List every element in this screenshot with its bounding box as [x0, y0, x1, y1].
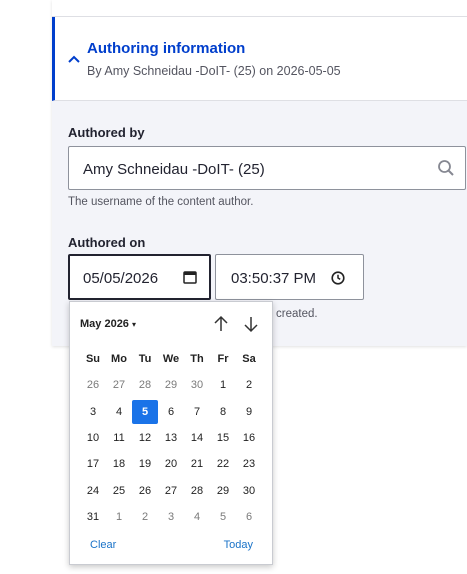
day-cell[interactable]: 29: [158, 373, 184, 397]
day-cell[interactable]: 31: [80, 505, 106, 529]
week-row: 10 11 12 13 14 15 16: [80, 425, 262, 451]
clear-button[interactable]: Clear: [90, 539, 116, 551]
day-cell[interactable]: 25: [106, 479, 132, 503]
time-field[interactable]: 03:50:37 PM: [215, 254, 364, 300]
day-cell[interactable]: 3: [80, 400, 106, 424]
day-cell[interactable]: 10: [80, 426, 106, 450]
previous-section-edge: [52, 0, 467, 17]
week-row: 17 18 19 20 21 22 23: [80, 451, 262, 477]
clock-icon[interactable]: [331, 271, 345, 285]
day-cell[interactable]: 24: [80, 479, 106, 503]
authored-by-value: Amy Schneidau -DoIT- (25): [83, 161, 265, 178]
day-cell[interactable]: 27: [158, 479, 184, 503]
week-row: 3 4 5 6 7 8 9: [80, 399, 262, 425]
day-cell[interactable]: 17: [80, 452, 106, 476]
authored-by-label: Authored by: [68, 125, 145, 140]
day-cell[interactable]: 5: [210, 505, 236, 529]
authored-by-description: The username of the content author.: [68, 196, 254, 208]
authored-by-input[interactable]: Amy Schneidau -DoIT- (25): [68, 146, 466, 190]
day-cell[interactable]: 30: [236, 479, 262, 503]
day-cell[interactable]: 23: [236, 452, 262, 476]
day-cell[interactable]: 15: [210, 426, 236, 450]
day-cell[interactable]: 21: [184, 452, 210, 476]
chevron-up-icon[interactable]: [67, 52, 81, 66]
week-row: 24 25 26 27 28 29 30: [80, 477, 262, 503]
day-cell[interactable]: 2: [132, 505, 158, 529]
day-cell-selected[interactable]: 5: [132, 399, 158, 424]
month-label[interactable]: May 2026: [80, 318, 129, 330]
day-cell[interactable]: 19: [132, 452, 158, 476]
authored-on-label: Authored on: [68, 235, 146, 250]
arrow-up-icon[interactable]: [212, 315, 230, 333]
day-cell[interactable]: 4: [184, 505, 210, 529]
weekday: We: [162, 353, 180, 366]
weekday: Mo: [111, 353, 127, 366]
day-cell[interactable]: 16: [236, 426, 262, 450]
day-cell[interactable]: 2: [236, 373, 262, 397]
date-value: 05/05/2026: [83, 270, 159, 287]
summary-subtitle: By Amy Schneidau -DoIT- (25) on 2026-05-…: [87, 64, 341, 78]
authoring-summary[interactable]: Authoring information By Amy Schneidau -…: [52, 17, 467, 101]
day-cell[interactable]: 8: [210, 400, 236, 424]
today-button[interactable]: Today: [224, 539, 253, 551]
day-cell[interactable]: 26: [132, 479, 158, 503]
week-row: 31 1 2 3 4 5 6: [80, 504, 262, 530]
day-cell[interactable]: 28: [184, 479, 210, 503]
date-field[interactable]: 05/05/2026: [68, 254, 211, 300]
search-icon: [438, 160, 454, 176]
arrow-down-icon[interactable]: [242, 315, 260, 333]
weekday: Sa: [242, 353, 256, 366]
day-cell[interactable]: 22: [210, 452, 236, 476]
calendar-icon[interactable]: [183, 270, 197, 284]
day-cell[interactable]: 6: [158, 400, 184, 424]
summary-title[interactable]: Authoring information: [87, 40, 245, 57]
week-row: 26 27 28 29 30 1 2: [80, 372, 262, 398]
day-cell[interactable]: 12: [132, 426, 158, 450]
caret-down-icon[interactable]: ▾: [132, 320, 136, 329]
weekday-header: Su Mo Tu We Th Fr Sa: [80, 346, 262, 372]
day-cell[interactable]: 28: [132, 373, 158, 397]
calendar-grid: Su Mo Tu We Th Fr Sa 26 27 28 29 30 1 2 …: [80, 346, 262, 530]
weekday: Fr: [217, 353, 229, 366]
time-value: 03:50:37 PM: [231, 270, 317, 287]
weekday: Th: [190, 353, 204, 366]
day-cell[interactable]: 29: [210, 479, 236, 503]
day-cell[interactable]: 14: [184, 426, 210, 450]
day-cell[interactable]: 6: [236, 505, 262, 529]
day-cell[interactable]: 11: [106, 426, 132, 450]
day-cell[interactable]: 26: [80, 373, 106, 397]
month-select[interactable]: May 2026 ▾: [80, 318, 136, 330]
authored-on-description: created.: [276, 308, 318, 320]
day-cell[interactable]: 18: [106, 452, 132, 476]
day-cell[interactable]: 3: [158, 505, 184, 529]
day-cell[interactable]: 1: [210, 373, 236, 397]
day-cell[interactable]: 7: [184, 400, 210, 424]
weekday: Su: [85, 353, 101, 366]
day-cell[interactable]: 4: [106, 400, 132, 424]
weekday: Tu: [138, 353, 152, 366]
day-cell[interactable]: 20: [158, 452, 184, 476]
day-cell[interactable]: 9: [236, 400, 262, 424]
day-cell[interactable]: 13: [158, 426, 184, 450]
datepicker-popup: May 2026 ▾ Su Mo Tu We Th Fr Sa 26 27 28…: [69, 301, 273, 565]
day-cell[interactable]: 1: [106, 505, 132, 529]
day-cell[interactable]: 27: [106, 373, 132, 397]
day-cell[interactable]: 30: [184, 373, 210, 397]
